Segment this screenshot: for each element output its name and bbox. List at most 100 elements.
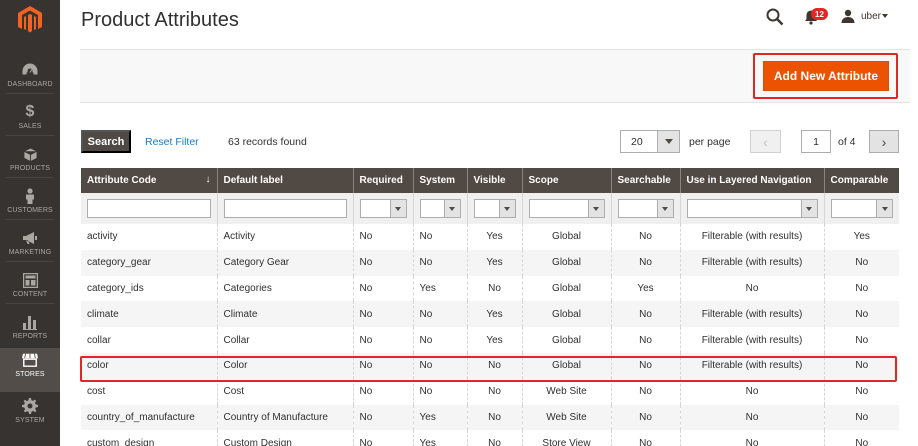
table-cell: Climate	[216, 301, 353, 328]
column-header-searchable[interactable]: Searchable	[610, 168, 680, 193]
filter-row	[81, 193, 899, 224]
column-header-scope[interactable]: Scope	[521, 168, 611, 193]
user-name[interactable]: uber	[861, 11, 881, 22]
chevron-down-icon[interactable]	[657, 131, 679, 152]
column-header-default-label[interactable]: Default label	[216, 168, 353, 193]
filter-required-select[interactable]	[359, 199, 407, 218]
filter-comparable-select[interactable]	[830, 199, 893, 218]
sidebar-item-label: DASHBOARD	[7, 81, 53, 88]
table-cell: No	[679, 378, 824, 405]
filter-attribute-code-input[interactable]	[87, 199, 211, 218]
filter-default-label-input[interactable]	[223, 199, 347, 218]
filter-searchable-select[interactable]	[617, 199, 674, 218]
table-cell: No	[610, 224, 680, 250]
sidebar-item-system[interactable]: SYSTEM	[0, 394, 60, 436]
column-header-comparable[interactable]: Comparable	[823, 168, 899, 193]
search-button[interactable]: Search	[81, 130, 131, 153]
table-cell: Store View	[521, 430, 611, 446]
table-cell: No	[352, 249, 413, 276]
table-cell: No	[610, 378, 680, 405]
table-cell: Filterable (with results)	[679, 327, 824, 353]
previous-page-button[interactable]: ‹	[750, 130, 781, 153]
reset-filter-link[interactable]: Reset Filter	[145, 136, 199, 148]
person-icon	[22, 188, 38, 204]
table-cell: No	[823, 404, 899, 431]
magento-logo[interactable]	[0, 0, 60, 40]
table-cell: Country of Manufacture	[216, 404, 353, 431]
table-cell: No	[610, 430, 680, 446]
table-cell: Yes	[466, 224, 522, 250]
table-cell: Yes	[412, 404, 467, 431]
table-row[interactable]: country_of_manufacture Country of Manufac…	[81, 404, 899, 431]
table-cell: Collar	[216, 327, 353, 353]
table-cell: Web Site	[521, 404, 611, 431]
table-cell: Filterable (with results)	[679, 301, 824, 328]
per-page-select[interactable]: 20	[620, 130, 680, 153]
next-page-button[interactable]: ›	[869, 130, 899, 153]
user-icon[interactable]	[841, 9, 855, 23]
page-title: Product Attributes	[81, 9, 239, 31]
gear-icon	[22, 398, 38, 414]
table-cell: Yes	[466, 301, 522, 328]
table-cell: Global	[521, 249, 611, 276]
table-cell: No	[352, 327, 413, 353]
table-cell: No	[823, 352, 899, 379]
table-cell: climate	[81, 301, 217, 328]
store-icon	[22, 352, 38, 368]
records-found-count: 63 records found	[228, 136, 307, 148]
megaphone-icon	[22, 230, 38, 246]
table-cell: No	[412, 249, 467, 276]
table-cell: Yes	[466, 249, 522, 276]
table-cell: Category Gear	[216, 249, 353, 276]
table-cell: No	[679, 404, 824, 431]
column-header-system[interactable]: System	[412, 168, 467, 193]
column-header-attribute-code[interactable]: Attribute Code ↓	[81, 168, 217, 193]
table-cell: cost	[81, 378, 217, 405]
filter-scope-select[interactable]	[528, 199, 605, 218]
table-row[interactable]: category_ids Categories No Yes No Global Yes No…	[81, 275, 899, 302]
filter-layered-navigation-select[interactable]	[686, 199, 818, 218]
filter-system-select[interactable]	[419, 199, 461, 218]
sidebar-item-stores[interactable]: STORES	[0, 348, 60, 392]
table-cell: collar	[81, 327, 217, 353]
admin-sidebar: DASHBOARD $ SALES PRODUCTS CUSTOMERS MAR…	[0, 0, 60, 446]
table-cell: No	[823, 301, 899, 328]
table-cell: Categories	[216, 275, 353, 302]
sort-arrow-icon: ↓	[205, 174, 211, 185]
table-cell: No	[610, 327, 680, 353]
table-row[interactable]: collar Collar No No Yes Global No Filterable (w…	[81, 327, 899, 353]
sidebar-item-label: SYSTEM	[15, 417, 45, 424]
table-cell: Yes	[412, 275, 467, 302]
table-cell: Color	[216, 352, 353, 379]
table-cell: Yes	[823, 224, 899, 250]
table-cell: No	[610, 249, 680, 276]
table-cell: No	[412, 352, 467, 379]
table-row[interactable]: custom_design Custom Design No Yes No Store V…	[81, 430, 899, 446]
filter-visible-select[interactable]	[473, 199, 516, 218]
table-cell: No	[679, 430, 824, 446]
table-row[interactable]: activity Activity No No Yes Global No Filterabl…	[81, 224, 899, 250]
search-icon[interactable]	[766, 8, 784, 26]
notification-count-badge[interactable]: 12	[811, 8, 828, 20]
table-cell: activity	[81, 224, 217, 250]
column-header-visible[interactable]: Visible	[466, 168, 522, 193]
table-row[interactable]: category_gear Category Gear No No Yes Global N…	[81, 249, 899, 276]
column-header-layered-navigation[interactable]: Use in Layered Navigation	[679, 168, 824, 193]
chevron-down-icon[interactable]	[882, 14, 888, 18]
table-row[interactable]: color Color No No No Global No Filterable (with…	[81, 352, 899, 379]
current-page-input[interactable]: 1	[801, 130, 831, 153]
table-cell: No	[352, 430, 413, 446]
attributes-grid: Attribute Code ↓ Default label Required S…	[81, 168, 899, 446]
table-cell: No	[679, 275, 824, 302]
sidebar-item-label: SALES	[18, 123, 42, 130]
add-new-attribute-button[interactable]: Add New Attribute	[763, 61, 889, 91]
table-cell: No	[823, 378, 899, 405]
table-cell: No	[412, 301, 467, 328]
table-row[interactable]: climate Climate No No Yes Global No Filterable …	[81, 301, 899, 328]
column-header-required[interactable]: Required	[352, 168, 413, 193]
table-cell: country_of_manufacture	[81, 404, 217, 431]
table-cell: No	[610, 404, 680, 431]
bar-chart-icon	[22, 314, 38, 330]
table-row[interactable]: cost Cost No No No Web Site No No No	[81, 378, 899, 405]
sidebar-item-reports[interactable]: REPORTS	[0, 310, 60, 352]
